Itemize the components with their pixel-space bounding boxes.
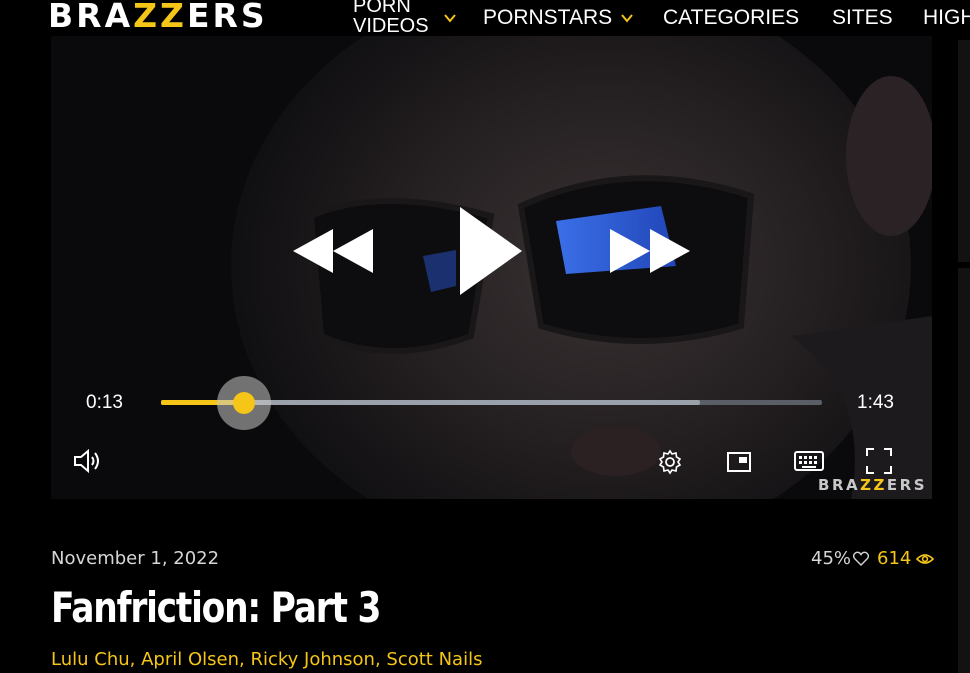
nav-sites-label: SITES bbox=[832, 6, 893, 29]
side-panel-edge bbox=[958, 268, 970, 673]
rating-value: 45% bbox=[811, 548, 852, 569]
brazzers-logo[interactable]: BRAZZERS bbox=[48, 0, 268, 34]
rating[interactable]: 45% bbox=[811, 548, 870, 569]
watermark-text-zz: ZZ bbox=[860, 476, 887, 494]
logo-text-b: ERS bbox=[186, 0, 268, 35]
video-title: Fanfriction: Part 3 bbox=[51, 583, 381, 632]
duration: 1:43 bbox=[857, 392, 894, 413]
nav-porn-videos-line1: PORN bbox=[353, 0, 411, 17]
performer-link[interactable]: Ricky Johnson bbox=[250, 649, 375, 670]
performer-separator: , bbox=[374, 649, 387, 670]
watermark-text-b: ERS bbox=[886, 476, 927, 494]
performer-separator: , bbox=[129, 649, 142, 670]
chevron-down-icon bbox=[443, 14, 456, 23]
logo-text-a: BRA bbox=[48, 0, 134, 35]
picture-in-picture-icon[interactable] bbox=[727, 452, 751, 472]
performer-link[interactable]: Scott Nails bbox=[386, 649, 482, 670]
performer-link[interactable]: Lulu Chu bbox=[51, 649, 130, 670]
brazzers-watermark: BRAZZERS bbox=[818, 476, 927, 494]
performer-list: Lulu Chu, April Olsen, Ricky Johnson, Sc… bbox=[51, 649, 482, 670]
rewind-icon[interactable] bbox=[293, 229, 373, 273]
chevron-down-icon bbox=[621, 14, 633, 23]
performer-link[interactable]: April Olsen bbox=[141, 649, 239, 670]
fast-forward-icon[interactable] bbox=[610, 229, 690, 273]
nav-highlights[interactable]: HIGH bbox=[923, 0, 970, 36]
video-player[interactable]: 0:13 1:43 BRAZZERS bbox=[51, 36, 932, 499]
side-panel-edge bbox=[958, 40, 970, 262]
eye-icon bbox=[916, 553, 935, 564]
nav-pornstars-label: PORNSTARS bbox=[483, 6, 613, 29]
volume-icon[interactable] bbox=[73, 448, 103, 474]
nav-sites[interactable]: SITES bbox=[832, 0, 893, 36]
heart-icon[interactable] bbox=[853, 551, 870, 566]
nav-highlights-label: HIGH bbox=[923, 6, 970, 29]
keyboard-icon[interactable] bbox=[794, 451, 824, 471]
nav-categories-label: CATEGORIES bbox=[663, 6, 800, 29]
release-date: November 1, 2022 bbox=[51, 548, 220, 569]
nav-pornstars[interactable]: PORNSTARS bbox=[483, 0, 634, 36]
fullscreen-icon[interactable] bbox=[866, 448, 892, 474]
current-time: 0:13 bbox=[86, 392, 123, 413]
logo-text-zz: ZZ bbox=[133, 0, 187, 35]
nav-porn-videos[interactable]: PORN VIDEOS bbox=[353, 0, 457, 40]
watermark-text-a: BRA bbox=[818, 476, 861, 494]
settings-gear-icon[interactable] bbox=[657, 449, 683, 475]
nav-porn-videos-line2: VIDEOS bbox=[353, 15, 429, 37]
view-count-value: 614 bbox=[877, 548, 912, 569]
seek-handle[interactable] bbox=[233, 391, 256, 414]
play-icon[interactable] bbox=[460, 207, 522, 295]
view-count: 614 bbox=[877, 548, 935, 569]
nav-categories[interactable]: CATEGORIES bbox=[663, 0, 799, 36]
performer-separator: , bbox=[239, 649, 251, 670]
